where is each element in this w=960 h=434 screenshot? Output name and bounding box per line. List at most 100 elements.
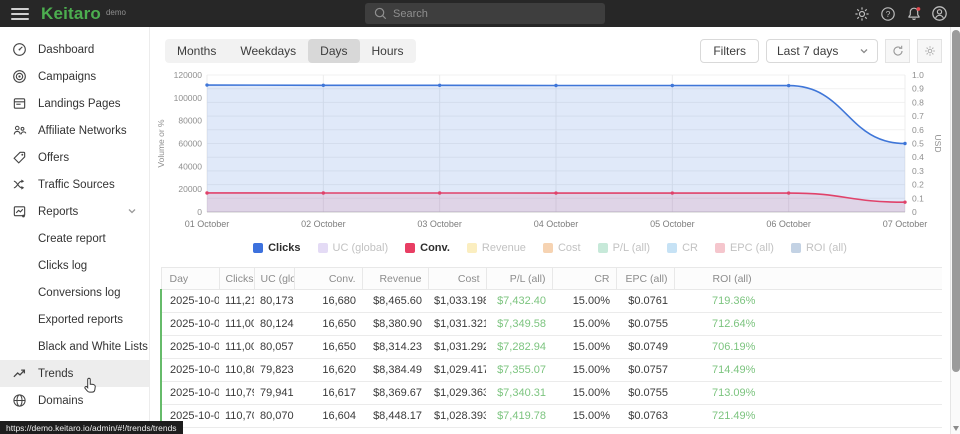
table-cell: 15.00% — [552, 359, 616, 382]
column-header-revenue[interactable]: Revenue — [362, 268, 428, 290]
column-header-clicks[interactable]: Clicks — [219, 268, 254, 290]
table-row[interactable]: 2025-10-0760,0045,9009,540$4,860.12$590.… — [161, 428, 942, 434]
column-header-epc-all[interactable]: EPC (all) — [616, 268, 674, 290]
scrollbar-thumb[interactable] — [952, 30, 960, 372]
table-cell: $7,282.94 — [486, 336, 552, 359]
search-input[interactable] — [393, 8, 573, 20]
svg-text:07 October: 07 October — [883, 219, 928, 229]
chart-settings-button[interactable] — [917, 39, 942, 63]
table-row[interactable]: 2025-10-01111,2180,17316,680$8,465.60$1,… — [161, 290, 942, 313]
legend-item-epc-all[interactable]: EPC (all) — [715, 242, 774, 254]
chevron-down-icon — [127, 203, 137, 221]
sidebar-item-affiliate-networks[interactable]: Affiliate Networks — [0, 117, 149, 144]
svg-text:01 October: 01 October — [185, 219, 230, 229]
table-cell: 60,00 — [219, 428, 254, 434]
column-header-cost[interactable]: Cost — [428, 268, 486, 290]
user-button[interactable] — [931, 5, 948, 22]
refresh-button[interactable] — [885, 39, 910, 63]
table-cell: $7,340.31 — [486, 382, 552, 405]
table-cell: $0.0810 — [616, 428, 674, 434]
svg-text:60000: 60000 — [178, 139, 202, 149]
legend-item-revenue[interactable]: Revenue — [467, 242, 526, 254]
svg-text:?: ? — [885, 9, 890, 19]
table-cell: $1,029.3633 — [428, 382, 486, 405]
column-header-roi-all[interactable]: ROI (all) — [674, 268, 942, 290]
legend-item-clicks[interactable]: Clicks — [253, 242, 300, 254]
table-row[interactable]: 2025-10-05110,7979,94116,617$8,369.67$1,… — [161, 382, 942, 405]
sidebar-item-black-and-white-lists[interactable]: Black and White Lists — [0, 333, 149, 360]
date-range-select[interactable]: Last 7 days — [766, 39, 878, 63]
table-row[interactable]: 2025-10-04110,8079,82316,620$8,384.49$1,… — [161, 359, 942, 382]
legend-item-cr[interactable]: CR — [667, 242, 698, 254]
scrollbar[interactable] — [950, 27, 960, 434]
table-cell: 16,617 — [294, 382, 362, 405]
trends-chart[interactable]: 00.10.20.30.40.50.60.70.80.91.001 Octobe… — [152, 70, 942, 235]
svg-text:0.4: 0.4 — [912, 152, 924, 162]
sidebar-item-dashboard[interactable]: Dashboard — [0, 36, 149, 63]
sidebar-item-domains[interactable]: Domains — [0, 387, 149, 414]
tab-days[interactable]: Days — [308, 39, 359, 63]
table-cell: $8,465.60 — [362, 290, 428, 313]
table-cell: $1,033.1989 — [428, 290, 486, 313]
table-cell: $1,029.4177 — [428, 359, 486, 382]
settings-button[interactable] — [853, 5, 870, 22]
sidebar-item-trends[interactable]: Trends — [0, 360, 149, 387]
column-header-cr[interactable]: CR — [552, 268, 616, 290]
table-row[interactable]: 2025-10-02111,0080,12416,650$8,380.90$1,… — [161, 313, 942, 336]
tab-hours[interactable]: Hours — [360, 39, 416, 63]
legend-item-uc-global[interactable]: UC (global) — [318, 242, 389, 254]
legend-item-p-l-all[interactable]: P/L (all) — [598, 242, 651, 254]
traffic-icon — [11, 177, 27, 193]
sidebar-item-exported-reports[interactable]: Exported reports — [0, 306, 149, 333]
table-cell: $1,028.3930 — [428, 405, 486, 428]
sidebar-item-label: Domains — [38, 395, 83, 407]
table-cell: 80,173 — [254, 290, 294, 313]
sidebar-item-label: Create report — [38, 233, 106, 245]
table-cell: 9,540 — [294, 428, 362, 434]
table-cell: 2025-10-01 — [161, 290, 219, 313]
column-header-day[interactable]: Day — [161, 268, 219, 290]
table-cell: $4,860.12 — [362, 428, 428, 434]
help-button[interactable]: ? — [879, 5, 896, 22]
table-cell: 15.00% — [552, 313, 616, 336]
svg-text:04 October: 04 October — [534, 219, 579, 229]
table-cell: 2025-10-02 — [161, 313, 219, 336]
gear-icon — [924, 45, 936, 57]
legend-item-cost[interactable]: Cost — [543, 242, 581, 254]
app-logo[interactable]: Keitarodemo — [41, 4, 126, 24]
column-header-uc-global[interactable]: UC (global) — [254, 268, 294, 290]
table-cell: 2025-10-04 — [161, 359, 219, 382]
sidebar-item-conversions-log[interactable]: Conversions log — [0, 279, 149, 306]
table-row[interactable]: 2025-10-06110,7080,07016,604$8,448.17$1,… — [161, 405, 942, 428]
svg-text:0.3: 0.3 — [912, 166, 924, 176]
tab-months[interactable]: Months — [165, 39, 228, 63]
sidebar-item-label: Reports — [38, 206, 78, 218]
sidebar-item-campaigns[interactable]: Campaigns — [0, 63, 149, 90]
table-row[interactable]: 2025-10-03111,0080,05716,650$8,314.23$1,… — [161, 336, 942, 359]
column-header-conv[interactable]: Conv. — [294, 268, 362, 290]
notifications-button[interactable] — [905, 5, 922, 22]
scrollbar-down-arrow[interactable] — [953, 426, 959, 431]
sidebar-item-traffic-sources[interactable]: Traffic Sources — [0, 171, 149, 198]
sidebar-item-reports[interactable]: Reports — [0, 198, 149, 225]
legend-label: P/L (all) — [613, 242, 651, 254]
sidebar-item-clicks-log[interactable]: Clicks log — [0, 252, 149, 279]
filters-button[interactable]: Filters — [700, 39, 759, 63]
table-cell: 721.49% — [674, 405, 942, 428]
sidebar-item-landings-pages[interactable]: Landings Pages — [0, 90, 149, 117]
tab-weekdays[interactable]: Weekdays — [228, 39, 308, 63]
sidebar-item-label: Offers — [38, 152, 69, 164]
sidebar-item-create-report[interactable]: Create report — [0, 225, 149, 252]
legend-item-conv[interactable]: Conv. — [405, 242, 450, 254]
main-content: MonthsWeekdaysDaysHours Filters Last 7 d… — [150, 27, 950, 434]
table-cell: 111,00 — [219, 336, 254, 359]
svg-text:02 October: 02 October — [301, 219, 346, 229]
table-cell: $8,384.49 — [362, 359, 428, 382]
global-search[interactable] — [365, 3, 605, 24]
sidebar-item-offers[interactable]: Offers — [0, 144, 149, 171]
column-header-p-l-all[interactable]: P/L (all) — [486, 268, 552, 290]
link-preview-url: https://demo.keitaro.io/admin/#!/trends/… — [6, 423, 177, 433]
legend-item-roi-all[interactable]: ROI (all) — [791, 242, 847, 254]
menu-toggle-icon[interactable] — [11, 8, 29, 20]
table-cell: 79,823 — [254, 359, 294, 382]
